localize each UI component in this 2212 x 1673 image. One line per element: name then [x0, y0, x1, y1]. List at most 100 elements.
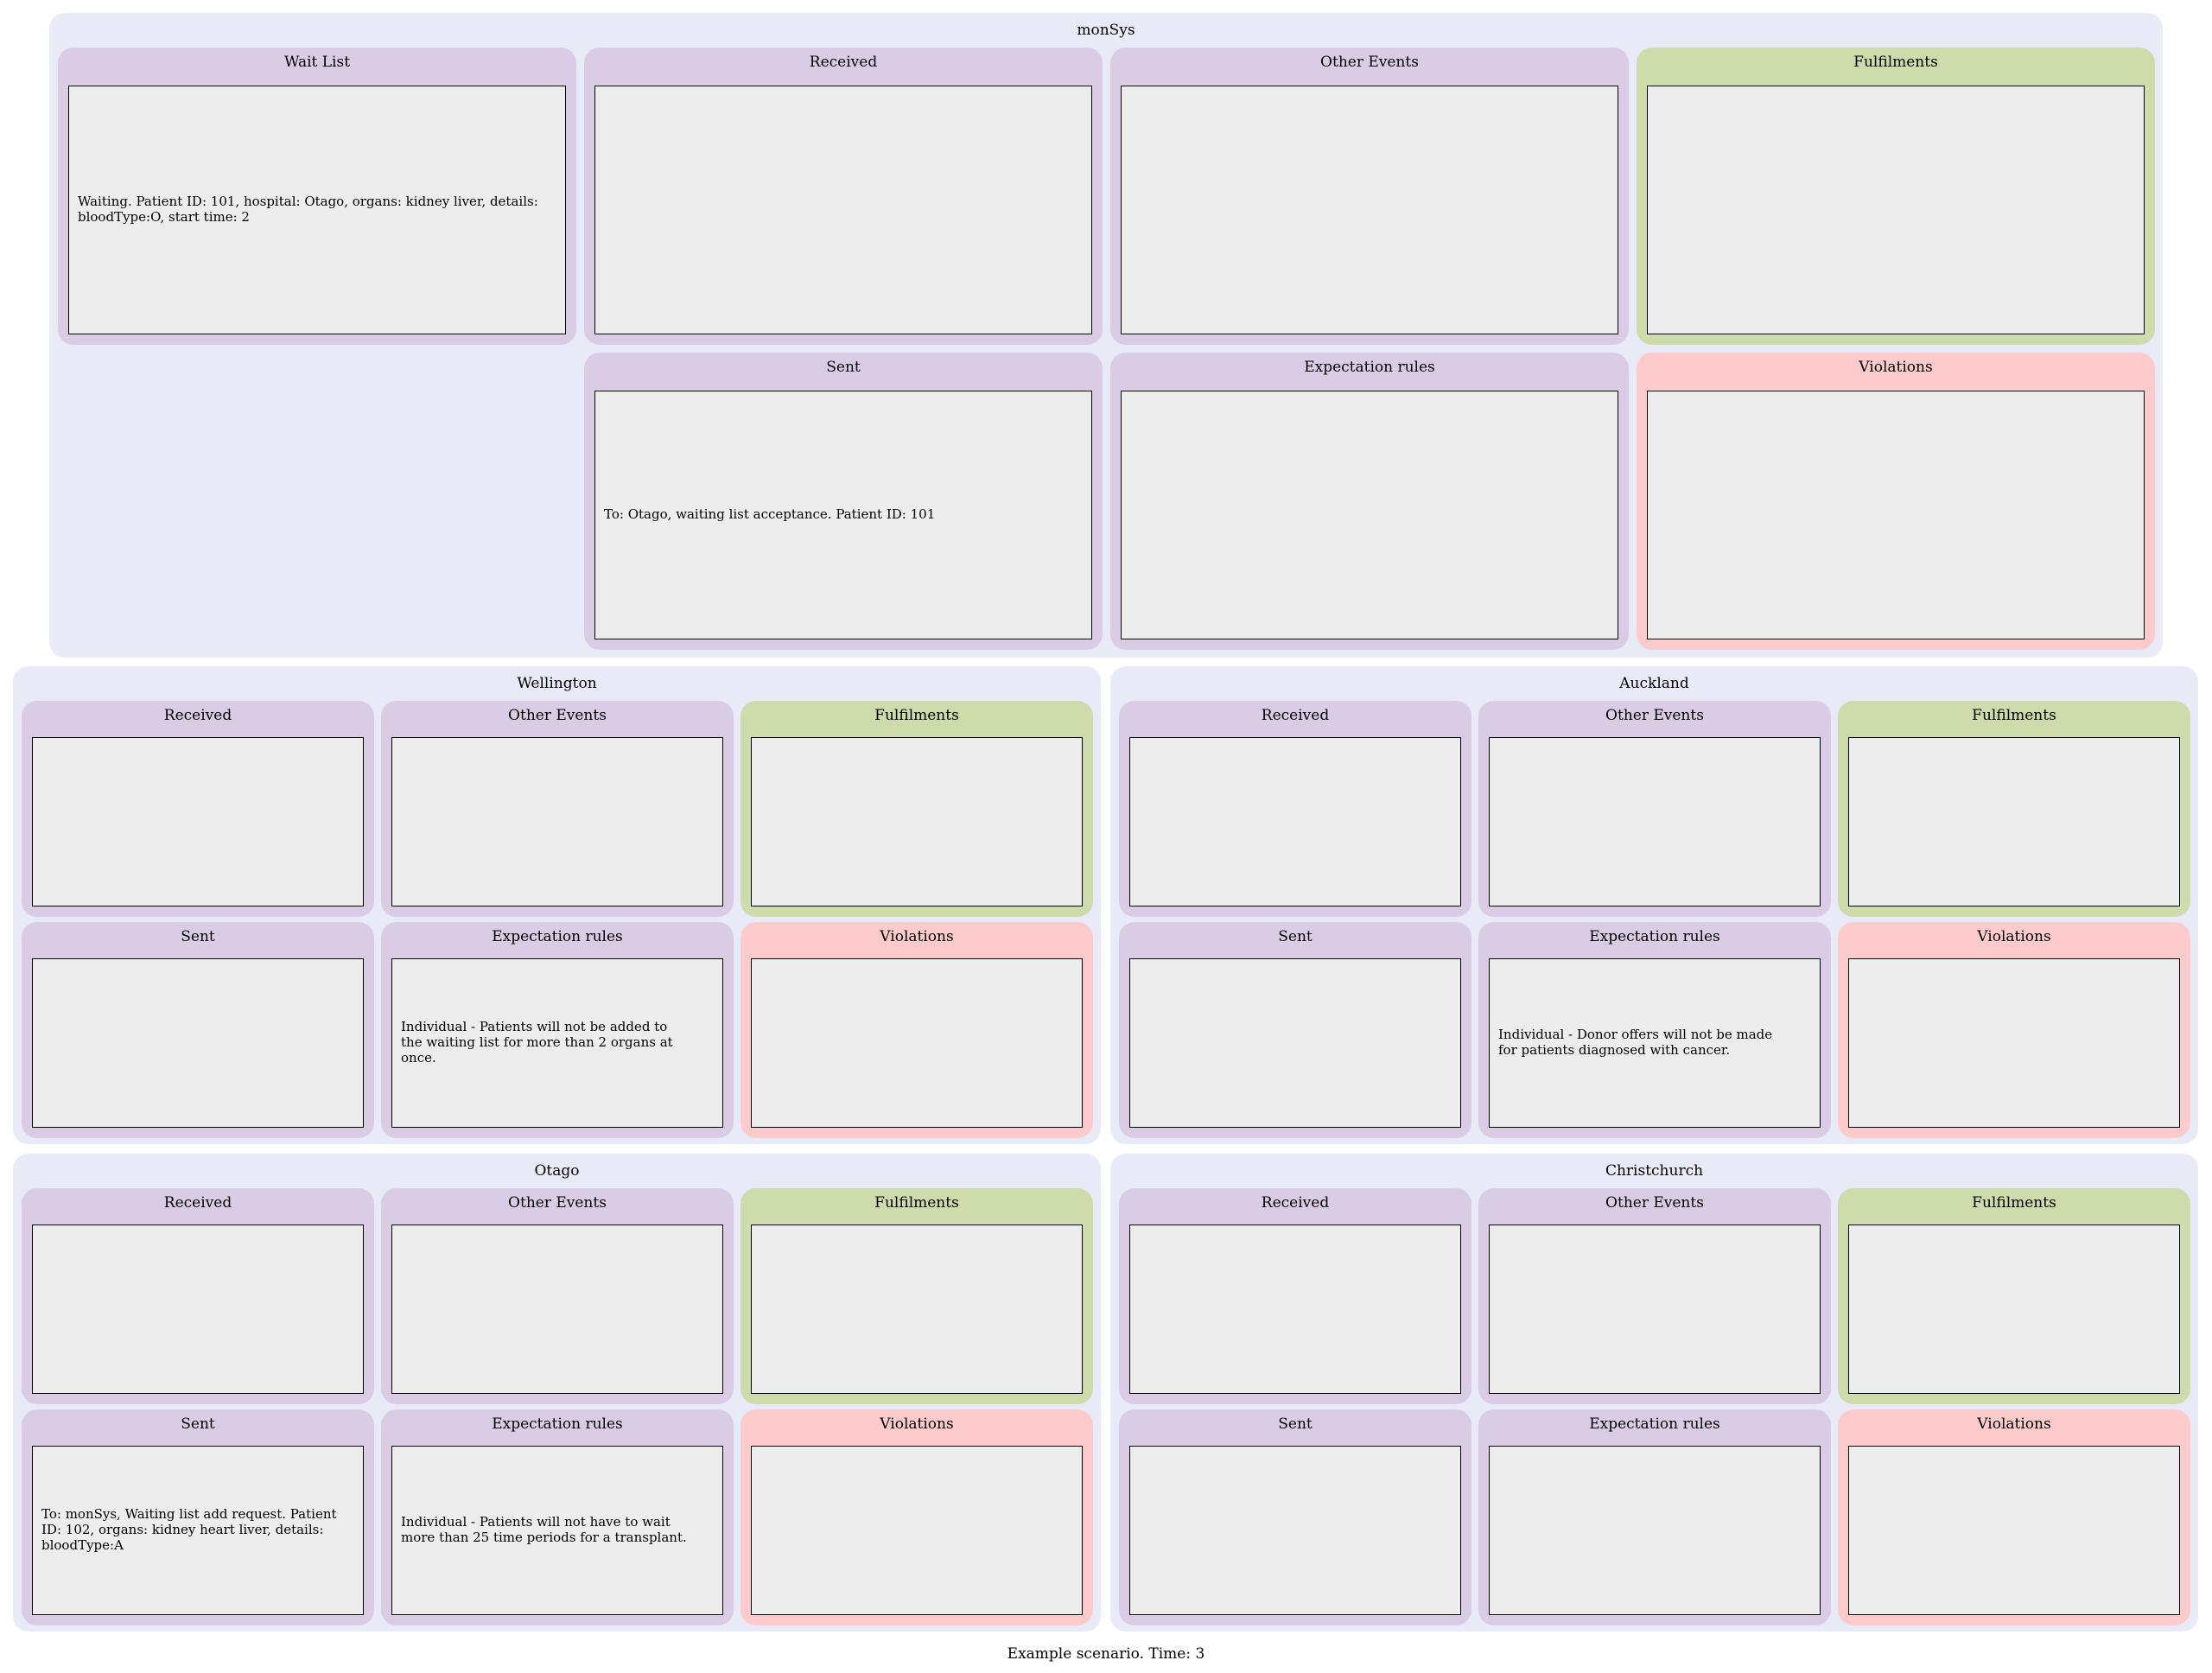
panel-expectation-rules: Expectation rules Individual - Patients … [381, 1409, 734, 1625]
expectation-rule-text: Individual - Donor offers will not be ma… [1498, 1027, 1773, 1058]
expectation-rule-text: Individual - Patients will not be added … [401, 1019, 673, 1066]
cluster-title: Christchurch [1605, 1162, 1704, 1180]
content-box [1489, 737, 1821, 906]
cluster-monsys: monSys Wait List Waiting. Patient ID: 10… [49, 13, 2163, 658]
panel-received: Received [22, 701, 374, 917]
content-box [1489, 1446, 1821, 1615]
panel-title: Other Events [1605, 707, 1704, 724]
sent-message: To: Otago, waiting list acceptance. Pati… [604, 506, 936, 523]
cluster-title: monSys [1077, 22, 1135, 39]
panel-title: Received [1261, 707, 1330, 724]
panel-fulfilments: Fulfilments [1838, 701, 2190, 917]
panel-title: Violations [1977, 1415, 2051, 1433]
panel-title: Violations [880, 1415, 954, 1433]
content-box [751, 1446, 1083, 1615]
content-box [1848, 737, 2180, 906]
panel-sent: Sent To: Otago, waiting list acceptance.… [584, 353, 1103, 650]
panel-title: Expectation rules [1589, 1415, 1720, 1433]
content-box [1848, 958, 2180, 1128]
panel-sent: Sent [1119, 922, 1471, 1138]
panel-expectation-rules: Expectation rules [1110, 353, 1629, 650]
content-box [751, 1225, 1083, 1394]
panel-other-events: Other Events [1478, 1188, 1831, 1404]
panel-title: Fulfilments [1972, 707, 2056, 724]
panel-violations: Violations [1838, 922, 2190, 1138]
content-box [1129, 1225, 1461, 1394]
content-box: Individual - Patients will not be added … [391, 958, 723, 1128]
panel-title: Fulfilments [1972, 1194, 2056, 1212]
content-box [1129, 737, 1461, 906]
panel-other-events: Other Events [381, 701, 734, 917]
content-box [1848, 1225, 2180, 1394]
panel-sent: Sent [1119, 1409, 1471, 1625]
panel-violations: Violations [1838, 1409, 2190, 1625]
panel-title: Violations [880, 928, 954, 945]
panel-title: Other Events [508, 1194, 607, 1212]
content-box: Individual - Donor offers will not be ma… [1489, 958, 1821, 1128]
panel-title: Expectation rules [492, 928, 623, 945]
panel-title: Received [163, 707, 232, 724]
panel-title: Other Events [508, 707, 607, 724]
panel-received: Received [22, 1188, 374, 1404]
content-box [1121, 86, 1618, 334]
cluster-title: Auckland [1619, 675, 1689, 692]
panel-violations: Violations [741, 1409, 1093, 1625]
panel-expectation-rules: Expectation rules Individual - Patients … [381, 922, 734, 1138]
panel-other-events: Other Events [1110, 48, 1629, 345]
panel-title: Sent [181, 1415, 215, 1433]
panel-other-events: Other Events [1478, 701, 1831, 917]
content-box [391, 1225, 723, 1394]
content-box [32, 1225, 364, 1394]
content-box: Waiting. Patient ID: 101, hospital: Otag… [68, 86, 566, 334]
content-box [32, 958, 364, 1128]
content-box: Individual - Patients will not have to w… [391, 1446, 723, 1615]
sent-message: To: monSys, Waiting list add request. Pa… [41, 1506, 337, 1553]
cluster-wellington: Wellington Received Other Events Fulfilm… [13, 666, 1101, 1144]
panel-title: Fulfilments [874, 1194, 959, 1212]
content-box [1129, 1446, 1461, 1615]
panel-title: Fulfilments [874, 707, 959, 724]
content-box [32, 737, 364, 906]
panel-fulfilments: Fulfilments [1838, 1188, 2190, 1404]
expectation-rule-text: Individual - Patients will not have to w… [401, 1514, 687, 1545]
content-box [1121, 391, 1618, 639]
cluster-title: Otago [534, 1162, 580, 1180]
panel-other-events: Other Events [381, 1188, 734, 1404]
content-box: To: Otago, waiting list acceptance. Pati… [594, 391, 1092, 639]
panel-received: Received [1119, 701, 1471, 917]
panel-title: Expectation rules [492, 1415, 623, 1433]
panel-fulfilments: Fulfilments [741, 701, 1093, 917]
panel-title: Fulfilments [1853, 54, 1938, 71]
content-box [594, 86, 1092, 334]
panel-violations: Violations [1637, 353, 2155, 650]
diagram-caption: Example scenario. Time: 3 [1007, 1645, 1205, 1663]
content-box: To: monSys, Waiting list add request. Pa… [32, 1446, 364, 1615]
content-box [1848, 1446, 2180, 1615]
panel-violations: Violations [741, 922, 1093, 1138]
panel-title: Violations [1977, 928, 2051, 945]
panel-expectation-rules: Expectation rules Individual - Donor off… [1478, 922, 1831, 1138]
cluster-title: Wellington [517, 675, 597, 692]
panel-wait-list: Wait List Waiting. Patient ID: 101, hosp… [58, 48, 576, 345]
cluster-christchurch: Christchurch Received Other Events Fulfi… [1110, 1154, 2198, 1632]
panel-title: Sent [1278, 928, 1313, 945]
content-box [1647, 391, 2145, 639]
content-box [751, 958, 1083, 1128]
panel-title: Other Events [1605, 1194, 1704, 1212]
panel-title: Violations [1859, 359, 1933, 376]
panel-title: Other Events [1320, 54, 1419, 71]
cluster-auckland: Auckland Received Other Events Fulfilmen… [1110, 666, 2198, 1144]
panel-fulfilments: Fulfilments [1637, 48, 2155, 345]
panel-title: Expectation rules [1304, 359, 1435, 376]
content-box [1129, 958, 1461, 1128]
panel-title: Sent [826, 359, 861, 376]
panel-received: Received [1119, 1188, 1471, 1404]
panel-fulfilments: Fulfilments [741, 1188, 1093, 1404]
content-box [391, 737, 723, 906]
panel-title: Sent [181, 928, 215, 945]
wait-list-entry: Waiting. Patient ID: 101, hospital: Otag… [78, 194, 538, 225]
cluster-otago: Otago Received Other Events Fulfilments … [13, 1154, 1101, 1632]
panel-title: Sent [1278, 1415, 1313, 1433]
panel-title: Wait List [283, 54, 351, 71]
panel-received: Received [584, 48, 1103, 345]
